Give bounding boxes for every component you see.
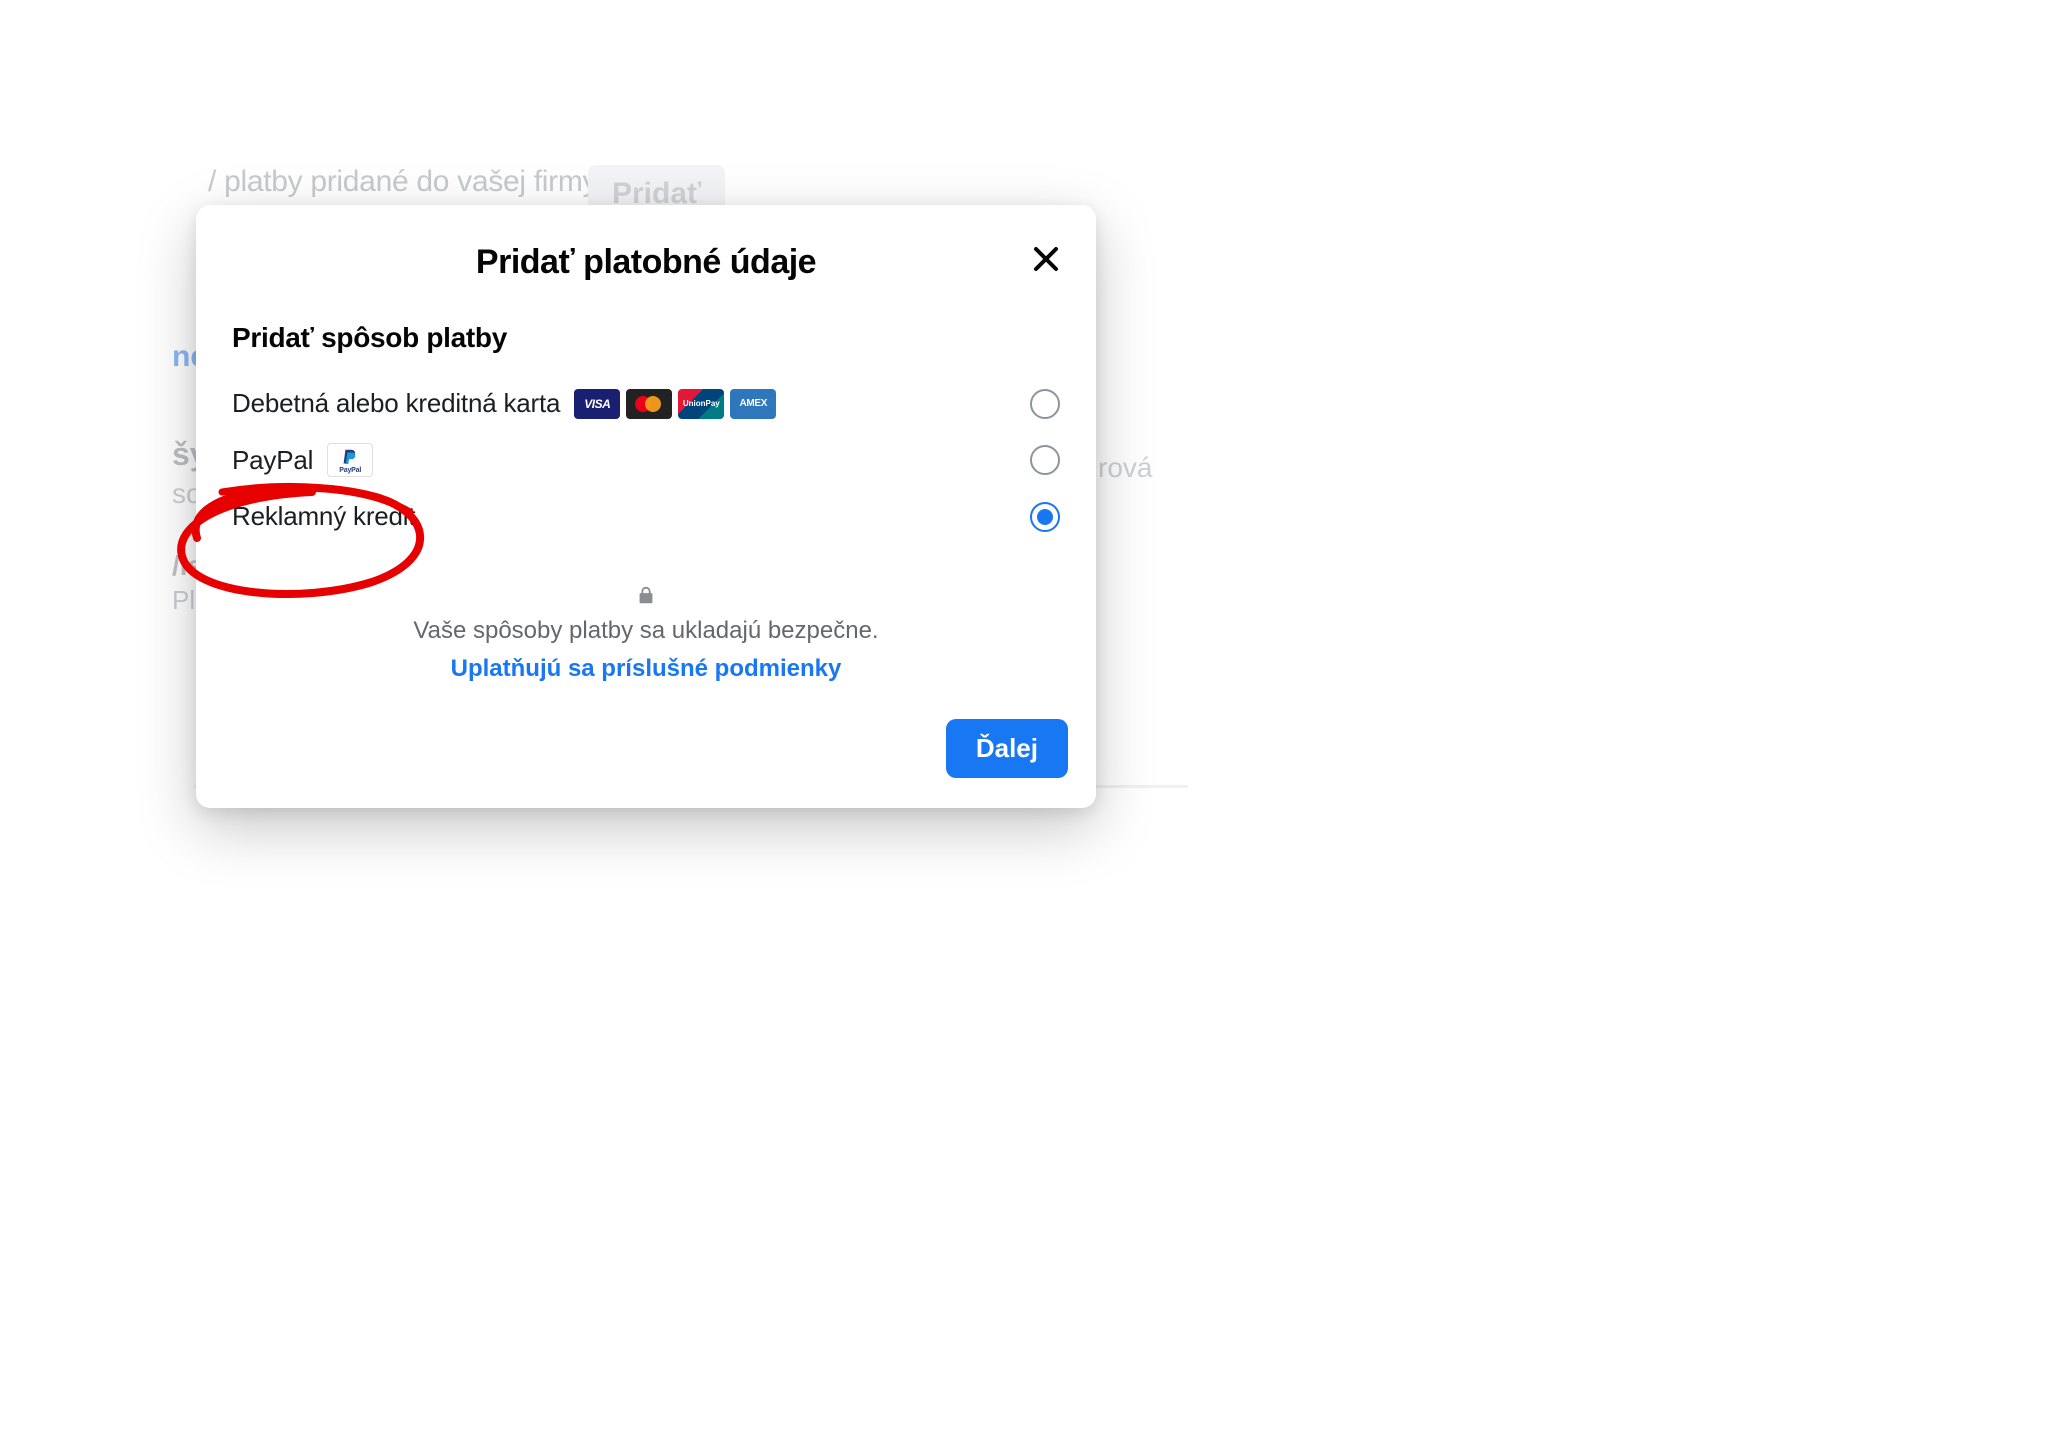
visa-icon: VISA <box>574 389 620 419</box>
amex-icon: AMEX <box>730 389 776 419</box>
radio-paypal[interactable] <box>1030 445 1060 475</box>
modal-header: Pridať platobné údaje <box>196 205 1096 300</box>
payment-option-card[interactable]: Debetná alebo kreditná karta VISA UnionP… <box>232 376 1060 431</box>
modal-footer: Ďalej <box>196 683 1096 778</box>
paypal-icon: PayPal <box>327 443 373 477</box>
radio-ad-credit[interactable] <box>1030 502 1060 532</box>
close-icon <box>1031 244 1061 279</box>
next-button[interactable]: Ďalej <box>946 719 1068 778</box>
bg-rova-fragment: rová <box>1098 452 1152 484</box>
bg-text-line: / platby pridané do vašej firmy <box>208 162 597 203</box>
payment-method-section: Pridať spôsob platby Debetná alebo kredi… <box>196 300 1096 544</box>
mastercard-icon <box>626 389 672 419</box>
payment-option-label: Debetná alebo kreditná karta <box>232 388 560 419</box>
payment-option-paypal[interactable]: PayPal PayPal <box>232 431 1060 489</box>
section-title: Pridať spôsob platby <box>232 322 1060 354</box>
modal-title: Pridať platobné údaje <box>226 243 1066 282</box>
card-brand-icons: VISA UnionPay AMEX <box>574 389 776 419</box>
terms-link[interactable]: Uplatňujú sa príslušné podmienky <box>451 655 842 683</box>
lock-icon <box>226 584 1066 611</box>
radio-card[interactable] <box>1030 389 1060 419</box>
unionpay-icon: UnionPay <box>678 389 724 419</box>
secure-text: Vaše spôsoby platby sa ukladajú bezpečne… <box>226 617 1066 645</box>
payment-option-label: PayPal <box>232 445 313 476</box>
payment-option-ad-credit[interactable]: Reklamný kredit <box>232 489 1060 544</box>
secure-info: Vaše spôsoby platby sa ukladajú bezpečne… <box>196 584 1096 683</box>
close-button[interactable] <box>1024 239 1068 283</box>
paypal-badge-wrap: PayPal <box>327 443 373 477</box>
payment-option-label: Reklamný kredit <box>232 501 415 532</box>
add-payment-modal: Pridať platobné údaje Pridať spôsob plat… <box>196 205 1096 808</box>
